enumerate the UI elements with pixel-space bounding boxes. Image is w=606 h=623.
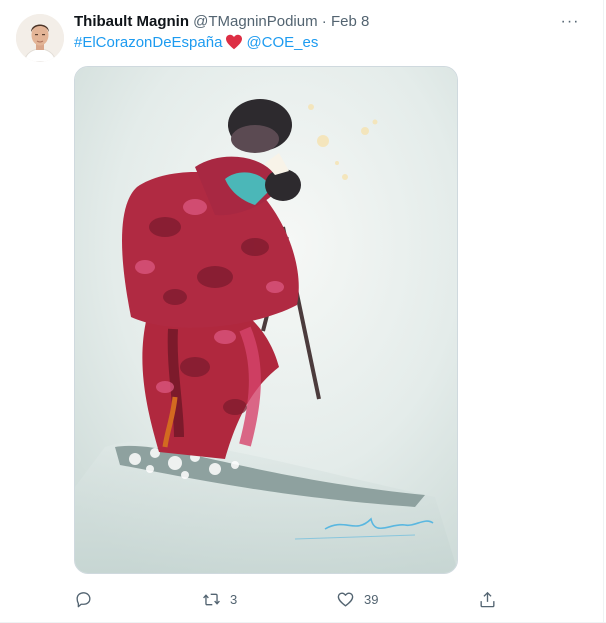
heart-emoji-icon (225, 34, 243, 56)
reply-icon (76, 591, 91, 607)
tweet-date[interactable]: Feb 8 (331, 13, 369, 30)
tweet-text: #ElCorazonDeEspaña @COE_es (74, 33, 318, 56)
avatar-image (16, 14, 64, 62)
tweet-header: Thibault Magnin @TMagninPodium · Feb 8 (74, 12, 369, 32)
share-button[interactable] (478, 586, 497, 612)
retweet-icon (203, 593, 220, 605)
timeline-divider (603, 0, 604, 623)
ski-painting-image (75, 67, 457, 573)
mention-link[interactable]: @COE_es (246, 34, 318, 51)
hashtag-link[interactable]: #ElCorazonDeEspaña (74, 34, 222, 51)
avatar[interactable] (16, 14, 64, 62)
share-icon (480, 591, 495, 607)
author-handle[interactable]: @TMagninPodium (193, 13, 317, 30)
tweet-media[interactable] (74, 66, 458, 574)
retweet-button[interactable]: 3 (202, 586, 237, 612)
retweet-count: 3 (230, 591, 238, 607)
reply-button[interactable] (74, 586, 102, 612)
tweet-actions: 3 39 (70, 586, 510, 612)
like-button[interactable]: 39 (336, 586, 378, 612)
separator-dot: · (321, 13, 327, 30)
author-name[interactable]: Thibault Magnin (74, 13, 189, 30)
more-icon[interactable]: ··· (558, 12, 582, 32)
like-count: 39 (364, 591, 379, 607)
like-icon (337, 591, 354, 607)
